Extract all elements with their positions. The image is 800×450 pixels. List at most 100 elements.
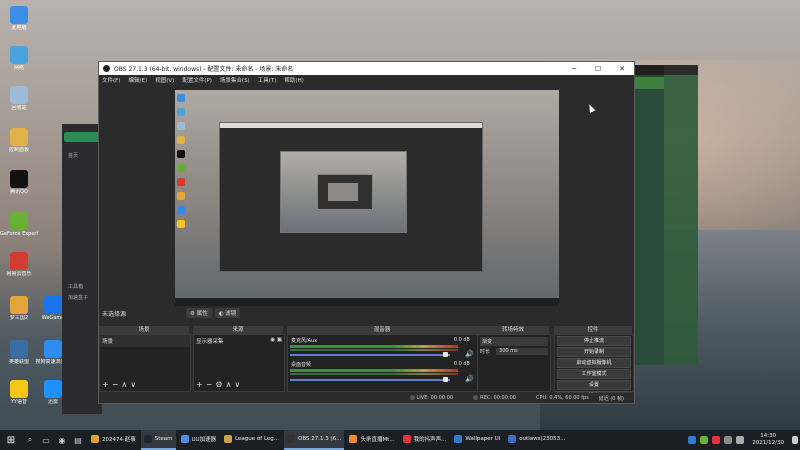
desktop-app-icon bbox=[10, 252, 28, 270]
desktop-app-icon bbox=[10, 6, 28, 24]
tray-network-icon[interactable] bbox=[724, 436, 733, 444]
virtual-camera-button[interactable]: 启动虚拟摄像机 bbox=[557, 358, 631, 368]
transitions-panel: 渐变 时长 300 ms bbox=[477, 334, 551, 392]
behind-label-1: 工具箱 bbox=[68, 284, 84, 290]
desktop-icon-label: YY语音 bbox=[10, 399, 28, 405]
obs-titlebar[interactable]: OBS 27.1.3 (64-bit, windows) - 配置文件: 未命名… bbox=[99, 62, 634, 75]
taskbar-task[interactable]: 我的抖声声... bbox=[400, 430, 450, 450]
taskbar-task[interactable]: UU加速器 bbox=[178, 430, 220, 450]
clock-date: 2021/12/30 bbox=[752, 440, 784, 446]
desktop-icon[interactable]: 回收站 bbox=[0, 86, 38, 111]
tray-app-icon[interactable] bbox=[688, 436, 697, 444]
task-app-icon bbox=[224, 435, 233, 443]
desktop-icon-label: 英雄联盟 bbox=[8, 359, 29, 365]
obs-title: OBS 27.1.3 (64-bit, windows) - 配置文件: 未命名… bbox=[114, 66, 294, 73]
source-tools[interactable]: +−⚙∧∨ bbox=[196, 380, 243, 389]
taskbar-task[interactable]: Steam bbox=[140, 430, 176, 450]
desktop-icon[interactable]: YY语音 bbox=[0, 380, 38, 405]
desktop-icon[interactable]: 网络 bbox=[0, 46, 38, 71]
settings-button[interactable]: 设置 bbox=[557, 380, 631, 390]
mixer-track-1-slider[interactable] bbox=[290, 379, 450, 381]
menu-tools[interactable]: 工具(T) bbox=[258, 76, 277, 84]
visibility-eye-icon: ◉ ▣ bbox=[270, 337, 282, 343]
source-item[interactable]: 显示器采集 ◉ ▣ bbox=[194, 335, 284, 347]
task-label: UU加速器 bbox=[191, 437, 217, 443]
menu-profile[interactable]: 配置文件(P) bbox=[182, 76, 212, 84]
desktop-app-icon bbox=[44, 340, 62, 358]
nested-obs-preview-1 bbox=[219, 122, 483, 272]
desktop-app-icon bbox=[10, 296, 28, 314]
sources-panel: 显示器采集 ◉ ▣ +−⚙∧∨ bbox=[193, 334, 285, 392]
mixer-panel: 麦克风/Aux 0.0 dB 🔊 桌面音频 0.0 dB 🔊 bbox=[287, 334, 479, 392]
mixer-track-1-speaker-icon[interactable]: 🔊 bbox=[465, 375, 474, 383]
studio-mode-button[interactable]: 工作室模式 bbox=[557, 369, 631, 379]
desktop-icon[interactable]: GeForce Experience bbox=[0, 212, 38, 237]
background-window-right[interactable] bbox=[634, 65, 664, 365]
task-app-icon bbox=[180, 435, 189, 443]
transition-select[interactable]: 渐变 bbox=[480, 337, 548, 346]
mixer-track-0-speaker-icon[interactable]: 🔊 bbox=[465, 350, 474, 358]
taskbar-task[interactable]: League of Leg... bbox=[221, 430, 282, 450]
browser-icon[interactable]: ◉ bbox=[54, 436, 70, 445]
app-logo bbox=[64, 132, 100, 142]
scene-item[interactable]: 场景 bbox=[100, 335, 190, 347]
desktop-icon[interactable]: 梦三国2 bbox=[0, 296, 38, 321]
behind-label-2: 加速盒子 bbox=[68, 295, 89, 301]
close-button[interactable]: ✕ bbox=[610, 65, 634, 73]
desktop-icon[interactable]: 网易云音乐 bbox=[0, 252, 38, 277]
preview-canvas bbox=[175, 90, 559, 306]
task-label: League of Leg... bbox=[235, 436, 280, 442]
task-label: 我的抖声声... bbox=[413, 437, 447, 443]
properties-button[interactable]: ⚙ 属性 bbox=[186, 308, 212, 318]
desktop-icon-label: 此电脑 bbox=[11, 25, 27, 31]
search-icon[interactable]: ⌕ bbox=[22, 435, 38, 445]
duration-input[interactable]: 300 ms bbox=[496, 348, 548, 355]
start-recording-button[interactable]: 开始录制 bbox=[557, 347, 631, 357]
task-label: 头条直播Mt... bbox=[360, 437, 395, 443]
background-app-window[interactable]: 首页 工具箱 加速盒子 bbox=[62, 124, 102, 414]
start-button[interactable]: ⊞ bbox=[0, 435, 22, 446]
file-explorer-icon[interactable]: ▤ bbox=[70, 436, 86, 445]
menu-help[interactable]: 帮助(H) bbox=[284, 76, 303, 84]
desktop-app-icon bbox=[44, 296, 62, 314]
scene-tools[interactable]: +−∧∨ bbox=[102, 380, 139, 389]
task-label: Steam bbox=[154, 436, 173, 442]
taskbar-task[interactable]: Wallpaper UI bbox=[451, 430, 503, 450]
live-status: LIVE: 00:00:00 bbox=[409, 395, 464, 401]
desktop-icon[interactable]: 控制面板 bbox=[0, 128, 38, 153]
notification-icon[interactable] bbox=[792, 436, 798, 444]
obs-window[interactable]: OBS 27.1.3 (64-bit, windows) - 配置文件: 未命名… bbox=[98, 61, 635, 404]
desktop-icon[interactable]: 英雄联盟 bbox=[0, 340, 38, 365]
mixer-track-0-slider[interactable] bbox=[290, 354, 450, 356]
scenes-header: 场景 bbox=[99, 326, 189, 334]
task-app-icon bbox=[287, 435, 296, 443]
menu-file[interactable]: 文件(F) bbox=[102, 76, 120, 84]
tray-nvidia-icon[interactable] bbox=[700, 436, 709, 444]
desktop-icon[interactable]: 此电脑 bbox=[0, 6, 38, 31]
menu-scene-collection[interactable]: 场景集合(S) bbox=[220, 76, 250, 84]
maximize-button[interactable]: ☐ bbox=[586, 65, 610, 73]
desktop-icon[interactable]: 腾讯QQ bbox=[0, 170, 38, 195]
stop-stream-button[interactable]: 停止推流 bbox=[557, 336, 631, 346]
mixer-track-1-db: 0.0 dB bbox=[453, 361, 470, 367]
taskbar-task[interactable]: OBS 27.1.3 (6... bbox=[284, 430, 345, 450]
desktop-icon-label: 控制面板 bbox=[8, 147, 29, 153]
tray-volume-icon[interactable] bbox=[736, 436, 745, 444]
taskbar-task[interactable]: 202474·赵事 bbox=[88, 430, 139, 450]
tray-app-icon-2[interactable] bbox=[712, 436, 721, 444]
no-source-label: 未选择源 bbox=[102, 310, 127, 318]
taskbar-task[interactable]: 头条直播Mt... bbox=[346, 430, 397, 450]
obs-preview[interactable] bbox=[173, 88, 561, 308]
minimize-button[interactable]: ─ bbox=[562, 65, 586, 73]
mixer-header: 混音器 bbox=[287, 326, 477, 334]
menu-view[interactable]: 视图(V) bbox=[155, 76, 174, 84]
task-app-icon bbox=[143, 435, 152, 443]
mixer-track-0-meter bbox=[290, 345, 458, 348]
task-view-icon[interactable]: ▭ bbox=[38, 436, 54, 445]
taskbar-task[interactable]: outlaws(23053... bbox=[505, 430, 568, 450]
filters-button[interactable]: ◐ 滤镜 bbox=[214, 308, 241, 318]
menu-edit[interactable]: 编辑(E) bbox=[128, 76, 147, 84]
clock[interactable]: 14:30 2021/12/30 bbox=[752, 433, 784, 447]
task-app-icon bbox=[91, 435, 99, 443]
background-window-right-2[interactable] bbox=[664, 65, 698, 365]
